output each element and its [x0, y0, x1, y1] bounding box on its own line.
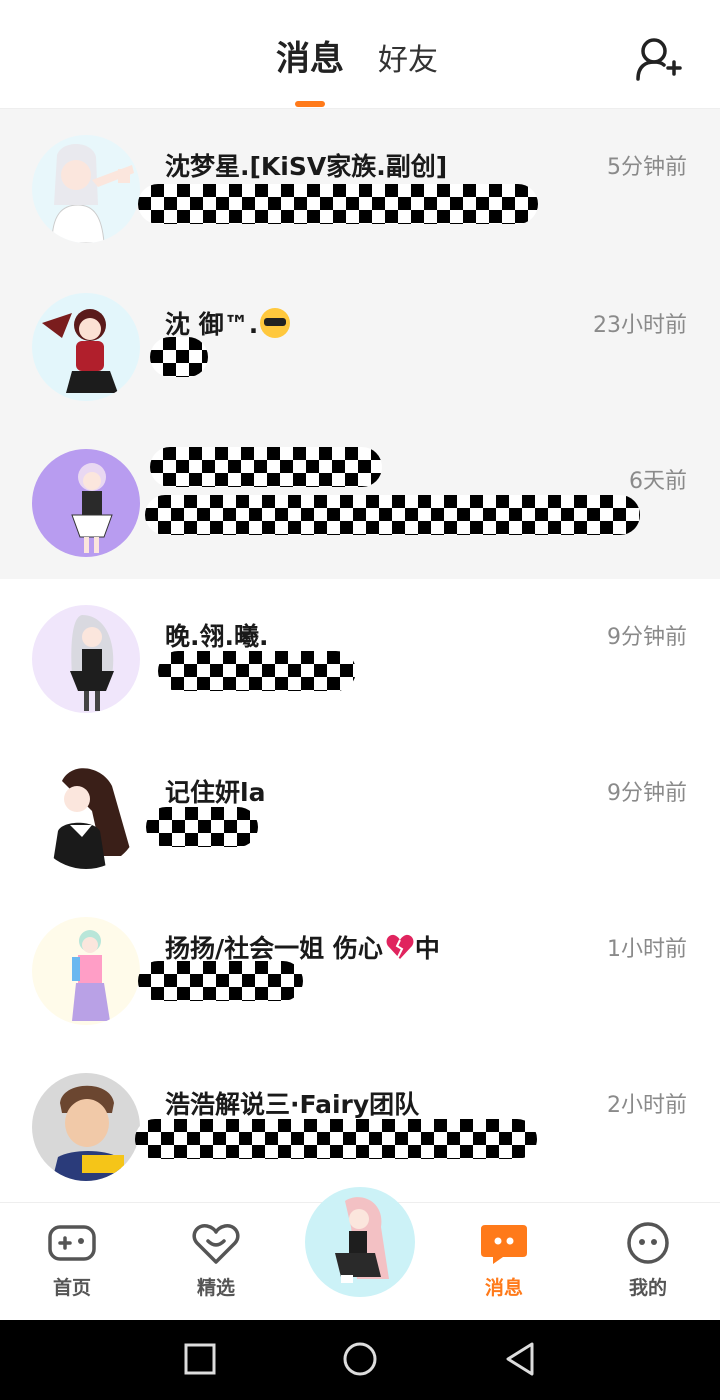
system-nav-bar — [0, 1320, 720, 1400]
avatar[interactable] — [32, 293, 140, 401]
conversation-row[interactable]: 晚.翎.曦. 9分钟前 — [0, 579, 720, 735]
contact-name: 沈 御™. — [165, 305, 291, 341]
message-time: 1小时前 — [607, 937, 687, 962]
chat-bubble-icon — [481, 1225, 527, 1264]
message-time: 2小时前 — [607, 1093, 687, 1118]
contact-name: 扬扬/社会一姐 伤心中 — [165, 932, 440, 963]
message-time: 23小时前 — [593, 313, 687, 338]
recents-button[interactable] — [184, 1340, 216, 1384]
conversation-row[interactable]: 扬扬/社会一姐 伤心中 1小时前 — [0, 891, 720, 1047]
broken-heart-emoji-icon — [385, 932, 415, 962]
nav-item-featured[interactable]: 精选 — [166, 1221, 266, 1300]
message-time: 6天前 — [629, 469, 687, 494]
center-avatar-button[interactable] — [305, 1187, 415, 1297]
nav-item-profile[interactable]: 我的 — [598, 1221, 698, 1300]
nav-label-featured: 精选 — [196, 1277, 235, 1299]
message-list: 沈梦星.[KiSV家族.副创] 5分钟前 沈 御™. 23小时前 6天前 晚.翎… — [0, 109, 720, 1203]
add-friend-button[interactable] — [632, 34, 682, 84]
back-button[interactable] — [504, 1340, 536, 1384]
message-time: 9分钟前 — [607, 625, 687, 650]
nav-label-home: 首页 — [52, 1277, 91, 1299]
avatar[interactable] — [32, 605, 140, 713]
gamepad-icon — [48, 1225, 96, 1261]
nav-label-messages: 消息 — [484, 1277, 523, 1299]
contact-name: 沈梦星.[KiSV家族.副创] — [165, 152, 448, 181]
person-add-icon — [636, 38, 682, 81]
redacted-preview — [138, 184, 538, 224]
circle-icon — [343, 1342, 377, 1376]
nav-item-messages[interactable]: 消息 — [454, 1221, 554, 1300]
active-tab-indicator — [295, 101, 325, 107]
avatar[interactable] — [32, 761, 140, 869]
avatar[interactable] — [32, 449, 140, 557]
avatar — [305, 1187, 415, 1297]
contact-name: 晚.翎.曦. — [165, 622, 269, 651]
contact-name: 浩浩解说三·Fairy团队 — [165, 1090, 420, 1119]
nav-label-profile: 我的 — [628, 1277, 667, 1299]
message-time: 5分钟前 — [607, 155, 687, 180]
redacted-preview — [138, 961, 303, 1001]
tab-friends[interactable]: 好友 — [378, 40, 438, 82]
top-header: 消息 好友 — [0, 0, 720, 109]
triangle-back-icon — [506, 1342, 534, 1376]
redacted-preview — [150, 337, 208, 377]
redacted-contact-name — [150, 447, 382, 487]
message-time: 9分钟前 — [607, 781, 687, 806]
avatar[interactable] — [32, 917, 140, 1025]
square-icon — [184, 1343, 216, 1375]
conversation-row[interactable]: 沈梦星.[KiSV家族.副创] 5分钟前 — [0, 109, 720, 267]
redacted-preview — [145, 495, 640, 535]
conversation-row[interactable]: 记住妍la 9分钟前 — [0, 735, 720, 891]
conversation-row[interactable]: 沈 御™. 23小时前 — [0, 267, 720, 423]
sunglasses-emoji-icon — [260, 308, 291, 338]
contact-name: 记住妍la — [165, 778, 266, 807]
conversation-row[interactable]: 6天前 — [0, 423, 720, 579]
home-button[interactable] — [342, 1340, 378, 1384]
redacted-preview — [135, 1119, 537, 1159]
redacted-preview — [146, 807, 258, 847]
nav-item-home[interactable]: 首页 — [22, 1221, 122, 1300]
avatar[interactable] — [32, 135, 140, 243]
avatar[interactable] — [32, 1073, 140, 1181]
redacted-preview — [158, 651, 356, 691]
tab-messages[interactable]: 消息 — [276, 38, 344, 80]
smiley-face-icon — [627, 1222, 669, 1264]
heart-chat-icon — [192, 1224, 240, 1264]
